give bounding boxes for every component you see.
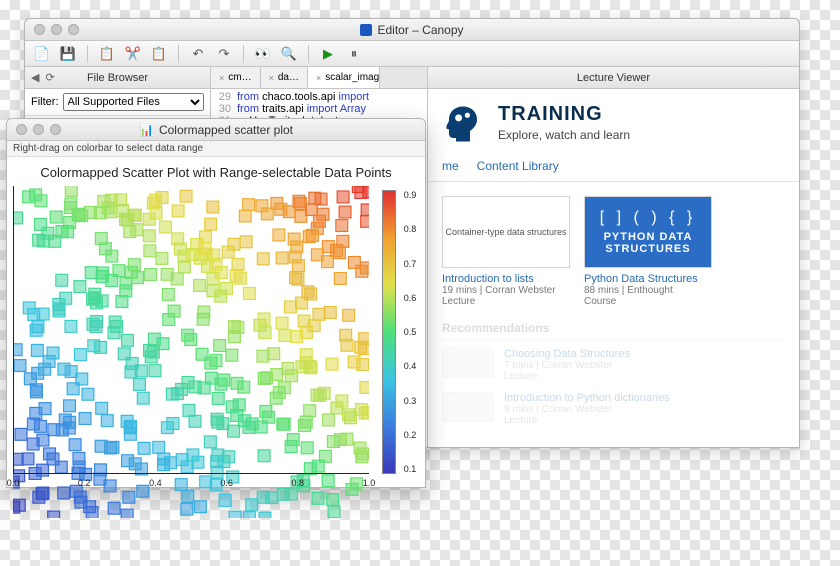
reco-title: Choosing Data Structures xyxy=(504,348,630,360)
paste-button[interactable] xyxy=(150,45,168,63)
card-kind: Course xyxy=(584,296,712,307)
recommendations: Recommendations Choosing Data Structures… xyxy=(428,321,799,426)
close-icon[interactable] xyxy=(16,124,27,135)
reco-meta: 9 mins | Corran Webster xyxy=(504,404,670,415)
close-tab-icon[interactable]: × xyxy=(219,73,224,83)
save-button[interactable] xyxy=(59,45,77,63)
card-title: Introduction to lists xyxy=(442,273,570,285)
window-controls[interactable] xyxy=(25,24,79,35)
back-icon[interactable]: ◀ xyxy=(31,71,39,84)
app-icon xyxy=(360,24,372,36)
toolbar xyxy=(25,41,799,67)
card-title: Python Data Structures xyxy=(584,273,712,285)
zoom-icon[interactable] xyxy=(68,24,79,35)
card-kind: Lecture xyxy=(442,296,570,307)
recommendations-heading: Recommendations xyxy=(442,321,785,340)
run-button[interactable] xyxy=(319,45,337,63)
card-thumbnail: [ ] ( ) { } PYTHON DATA STRUCTURES xyxy=(584,196,712,268)
recommendation-item[interactable]: Introduction to Python dictionaries 9 mi… xyxy=(442,392,785,426)
lecture-card[interactable]: [ ] ( ) { } PYTHON DATA STRUCTURES Pytho… xyxy=(584,196,712,307)
training-head-icon xyxy=(442,103,484,145)
reco-title: Introduction to Python dictionaries xyxy=(504,392,670,404)
editor-tabs: × cm… × da… × scalar_imag… xyxy=(211,67,427,89)
plot-title: Colormapped Scatter Plot with Range-sele… xyxy=(7,157,425,182)
lecture-viewer-title: Lecture Viewer xyxy=(577,72,650,84)
plot-window-icon: 📊 xyxy=(139,123,154,137)
search-button[interactable] xyxy=(280,45,298,63)
training-heading: TRAINING xyxy=(498,103,630,126)
close-tab-icon[interactable]: × xyxy=(269,73,274,83)
editor-tab[interactable]: × scalar_imag… xyxy=(308,67,380,88)
tab-content-library[interactable]: Content Library xyxy=(477,159,559,173)
minimize-icon[interactable] xyxy=(33,124,44,135)
tab-label: cm… xyxy=(228,72,251,83)
close-tab-icon[interactable]: × xyxy=(316,73,321,83)
editor-tab[interactable]: × da… xyxy=(261,67,308,88)
axes xyxy=(13,186,369,474)
tab-label: scalar_imag… xyxy=(325,72,380,83)
plot-titlebar[interactable]: 📊 Colormapped scatter plot xyxy=(7,119,425,141)
redo-button[interactable] xyxy=(215,45,233,63)
reco-kind: Lecture xyxy=(504,415,670,426)
refresh-icon[interactable]: ⟳ xyxy=(45,71,54,84)
window-title: Editor – Canopy xyxy=(377,23,463,37)
new-file-button[interactable] xyxy=(33,45,51,63)
close-icon[interactable] xyxy=(34,24,45,35)
plot-hint: Right-drag on colorbar to select data ra… xyxy=(7,141,425,157)
copy-button[interactable] xyxy=(98,45,116,63)
cut-button[interactable] xyxy=(124,45,142,63)
reco-thumbnail xyxy=(442,348,494,378)
lecture-viewer-header: Lecture Viewer xyxy=(428,67,799,89)
filter-label: Filter: xyxy=(31,96,59,108)
filter-select[interactable]: All Supported Files xyxy=(63,93,205,111)
tab-home[interactable]: me xyxy=(442,159,459,173)
lecture-card[interactable]: Container-type data structures Introduct… xyxy=(442,196,570,307)
zoom-icon[interactable] xyxy=(50,124,61,135)
reco-thumbnail xyxy=(442,392,494,422)
plot-window: 📊 Colormapped scatter plot Right-drag on… xyxy=(6,118,426,488)
editor-tab[interactable]: × cm… xyxy=(211,67,261,88)
training-sub: Explore, watch and learn xyxy=(498,128,630,142)
colorbar[interactable]: 0.90.80.70.60.50.40.30.20.1 xyxy=(379,186,419,474)
card-meta: 19 mins | Corran Webster xyxy=(442,285,570,296)
plot-window-controls[interactable] xyxy=(7,124,61,135)
file-browser-header: ◀ ⟳ File Browser xyxy=(25,67,210,89)
reco-meta: 7 mins | Corran Webster xyxy=(504,360,630,371)
lecture-viewer-panel: Lecture Viewer TRAINING Explore, watch a… xyxy=(427,67,799,447)
recommendation-item[interactable]: Choosing Data Structures 7 mins | Corran… xyxy=(442,348,785,382)
card-meta: 88 mins | Enthought xyxy=(584,285,712,296)
minimize-icon[interactable] xyxy=(51,24,62,35)
titlebar[interactable]: Editor – Canopy xyxy=(25,19,799,41)
tab-label: da… xyxy=(278,72,299,83)
step-button[interactable] xyxy=(345,45,363,63)
card-thumbnail: Container-type data structures xyxy=(442,196,570,268)
find-button[interactable] xyxy=(254,45,272,63)
file-browser-title: File Browser xyxy=(87,72,148,84)
undo-button[interactable] xyxy=(189,45,207,63)
plot-window-title: Colormapped scatter plot xyxy=(159,123,293,137)
reco-kind: Lecture xyxy=(504,371,630,382)
plot-area[interactable]: 1.00.80.60.40.20.00.00.20.40.60.81.0 xyxy=(13,186,369,474)
